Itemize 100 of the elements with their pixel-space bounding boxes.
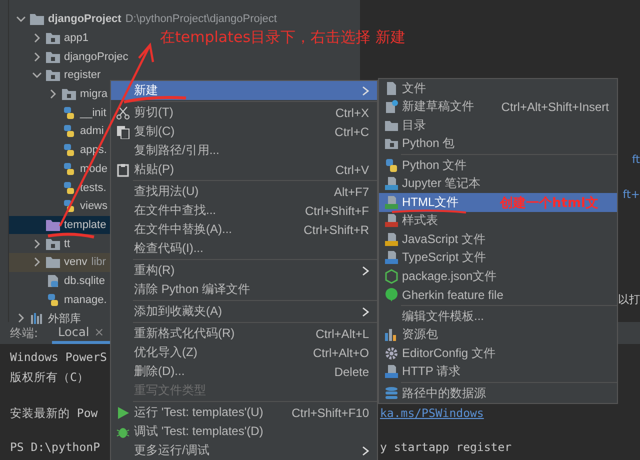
python-file-icon [384, 158, 398, 173]
tab-label[interactable]: Local [58, 324, 90, 338]
chevron-right-icon[interactable] [32, 238, 42, 249]
shortcut-text: Ctrl+Shift+F10 [292, 406, 369, 420]
menu-item[interactable]: 运行 'Test: templates'(U) Ctrl+Shift+F10 [111, 403, 377, 422]
menu-item[interactable]: Python 文件 [379, 156, 617, 174]
underline-mark [48, 232, 94, 238]
menu-item[interactable]: 复制(C) Ctrl+C [111, 122, 377, 141]
tree-item-label[interactable]: __init [80, 106, 106, 119]
cucumber-icon [384, 287, 398, 302]
chevron-right-icon[interactable] [32, 52, 42, 62]
python-file-icon [61, 106, 77, 120]
folder-icon [45, 31, 61, 46]
tree-item-label[interactable]: register [64, 69, 101, 82]
menu-item[interactable]: 重构(R) [111, 261, 377, 280]
menu-item[interactable]: 调试 'Test: templates'(D) [111, 422, 377, 441]
menu-item[interactable]: 粘贴(P) Ctrl+V [111, 160, 377, 179]
tree-item-hint: D:\pythonProject\djangoProject [125, 13, 277, 26]
close-icon[interactable]: × [94, 324, 104, 338]
tree-item-label[interactable]: app1 [64, 32, 88, 44]
tree-item-label[interactable]: venv [64, 256, 88, 268]
notebook-file-icon [384, 176, 398, 192]
settings-icon [384, 346, 398, 361]
tree-item-label[interactable]: tt [64, 238, 70, 250]
python-file-icon [45, 292, 61, 307]
menu-item[interactable]: 优化导入(Z) Ctrl+Alt+O [111, 343, 377, 362]
menu-item[interactable]: 新建草稿文件 Ctrl+Alt+Shift+Insert [379, 98, 617, 116]
database-icon [384, 386, 398, 401]
tree-item-label[interactable]: migra [80, 88, 108, 100]
menu-item[interactable]: 清除 Python 编译文件 [111, 280, 377, 299]
menu-item[interactable]: 复制路径/引用... [111, 141, 377, 160]
menu-item[interactable]: 样式表 [379, 212, 617, 230]
folder-icon [29, 12, 45, 26]
menu-item[interactable]: 路径中的数据源 [379, 384, 617, 402]
menu-item[interactable]: 新建 [111, 81, 377, 100]
shortcut-text: Ctrl+C [334, 124, 369, 138]
menu-item[interactable]: package.json文件 [379, 267, 617, 286]
chevron-right-icon[interactable] [32, 33, 42, 44]
database-file-icon [45, 274, 61, 288]
tree-item-label[interactable]: admi [80, 125, 104, 138]
menu-item[interactable]: 重新格式化代码(R) Ctrl+Alt+L [111, 324, 377, 343]
tree-item-label[interactable]: db.sqlite [64, 274, 105, 287]
menu-item[interactable]: HTTP 请求 [379, 362, 617, 381]
menu-item[interactable]: JavaScript 文件 [379, 230, 617, 248]
python-file-icon [61, 124, 77, 138]
html-file-icon [384, 194, 398, 210]
menu-item[interactable]: Gherkin feature file [379, 286, 617, 304]
menu-item[interactable]: EditorConfig 文件 [379, 344, 617, 362]
chevron-down-icon[interactable] [32, 70, 42, 80]
menu-item[interactable]: 目录 [379, 116, 617, 134]
chevron-right-icon[interactable] [32, 257, 42, 268]
shortcut-text: Ctrl+Alt+L [316, 326, 369, 340]
annotation-text: 创建一个html文 [500, 194, 598, 212]
menu-item[interactable]: TypeScript 文件 [379, 248, 617, 267]
menu-item[interactable]: 在文件中查找... Ctrl+Shift+F [111, 201, 377, 220]
chevron-right-icon[interactable] [48, 89, 58, 100]
menu-item[interactable]: 在文件中替换(A)... Ctrl+Shift+R [111, 220, 377, 239]
shortcut-text: Ctrl+X [335, 106, 369, 120]
shortcut-text: Ctrl+Shift+R [304, 222, 369, 236]
underline-mark [124, 96, 186, 104]
menu-item[interactable]: 查找用法(U) Alt+F7 [111, 182, 377, 201]
tree-item-label[interactable]: views [80, 200, 108, 212]
menu-item[interactable]: 编辑文件模板... [379, 307, 617, 326]
folder-icon [61, 87, 77, 102]
copy-icon [116, 124, 130, 138]
menu-item[interactable]: 剪切(T) Ctrl+X [111, 103, 377, 122]
tree-item-label[interactable]: manage. [64, 294, 107, 306]
terminal-line: y startapp register [380, 440, 513, 454]
shortcut-text: Ctrl+V [335, 162, 369, 176]
menu-item[interactable]: 删除(D)... Delete [111, 362, 377, 381]
python-file-icon [61, 143, 77, 158]
folder-icon [45, 218, 61, 232]
menu-item[interactable]: 文件 [379, 79, 617, 98]
tree-item-label[interactable]: tests. [80, 182, 106, 194]
menu-item[interactable]: 资源包 [379, 326, 617, 344]
menu-item[interactable]: Python 包 [379, 134, 617, 153]
python-file-icon [61, 180, 77, 195]
chevron-down-icon[interactable] [16, 14, 26, 24]
tool-window-title: 终端: [10, 324, 38, 342]
scissors-icon [116, 106, 130, 120]
terminal-line: 安装最新的 Pow [10, 406, 98, 420]
tree-item-label[interactable]: djangoProject [48, 13, 122, 26]
shortcut-text: Ctrl+Shift+F [304, 204, 369, 218]
shortcut-text: Ctrl+Alt+Shift+Insert [501, 100, 609, 114]
folder-icon [45, 50, 61, 64]
menu-item[interactable]: 更多运行/调试 [111, 441, 377, 460]
menu-item[interactable]: Jupyter 笔记本 [379, 174, 617, 193]
shortcut-text: Delete [334, 364, 369, 378]
tree-item-label[interactable]: djangoProjec [64, 50, 128, 63]
folder-icon [45, 68, 61, 82]
clipboard-icon [116, 162, 130, 176]
scratch-file-icon [384, 99, 398, 114]
tree-item-hint: libr [91, 256, 106, 268]
bar-chart-icon [384, 327, 398, 342]
menu-item[interactable]: 添加到收藏夹(A) [111, 302, 377, 321]
terminal-line: Windows PowerS [10, 350, 107, 364]
chevron-right-icon[interactable] [16, 313, 26, 324]
tree-item-label[interactable]: template [64, 218, 106, 231]
stylesheet-file-icon [384, 213, 398, 228]
menu-item[interactable]: 检查代码(I)... [111, 239, 377, 258]
